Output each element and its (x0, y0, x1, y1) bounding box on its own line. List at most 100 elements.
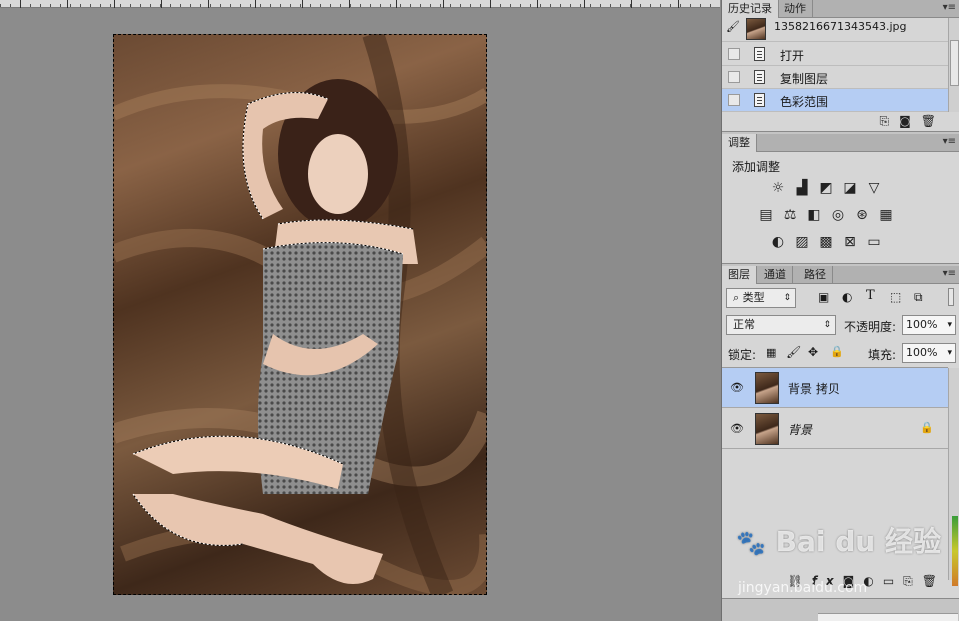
history-item[interactable]: 复制图层 (722, 66, 948, 89)
tab-paths[interactable]: 路径 (798, 266, 833, 284)
lock-icon: 🔒 (920, 421, 934, 434)
folder-icon[interactable]: ▭ (883, 574, 903, 588)
blend-mode-select[interactable]: 正常 ⇕ (726, 315, 836, 335)
color-lookup-icon[interactable]: ▦ (878, 207, 894, 223)
watermark-brand: Bai du 经验 (775, 525, 941, 558)
new-document-icon[interactable]: ⎘ (880, 114, 900, 128)
brush-icon: 🖌 (726, 20, 740, 33)
status-strip (818, 613, 958, 621)
scroll-indicator (952, 516, 958, 586)
layer-name[interactable]: 背景 (788, 421, 812, 438)
history-checkbox[interactable] (728, 94, 740, 106)
new-layer-icon[interactable]: ⎘ (903, 574, 922, 588)
brightness-icon[interactable]: ☼ (770, 180, 786, 196)
document-canvas[interactable] (0, 8, 720, 621)
smart-object-filter-icon[interactable]: ⧉ (914, 290, 923, 305)
eye-icon[interactable]: 👁 (730, 381, 744, 394)
camera-icon[interactable]: ◙ (899, 114, 921, 128)
panel-menu-icon[interactable]: ▾≡ (943, 268, 956, 279)
document-icon (754, 70, 765, 84)
fill-field[interactable]: 100% ▾ (902, 343, 956, 363)
snapshot-name: 1358216671343543.jpg (774, 20, 907, 33)
layer-row-background-copy[interactable]: 👁 背景 拷贝 (722, 368, 948, 408)
document-icon (754, 47, 765, 61)
horizontal-ruler (0, 0, 720, 8)
fill-label: 填充: (868, 348, 897, 362)
document-icon (754, 93, 765, 107)
history-tabbar: 历史记录 动作 ▾≡ (722, 0, 959, 18)
history-item-label: 色彩范围 (780, 95, 829, 109)
adjustments-row-1: ☼ ▟ ◩ ◪ ▽ (770, 180, 882, 196)
history-panel: 历史记录 动作 ▾≡ 🖌 1358216671343543.jpg 打开 复制图… (722, 0, 959, 132)
lock-move-icon[interactable]: ✥ (808, 345, 818, 359)
layer-name[interactable]: 背景 拷贝 (788, 380, 840, 397)
black-white-icon[interactable]: ◧ (806, 207, 822, 223)
adjustments-tabbar: 调整 ▾≡ (722, 134, 959, 152)
history-scrollbar[interactable] (948, 18, 959, 112)
updown-arrow-icon: ⇕ (783, 293, 791, 303)
blend-mode-value: 正常 (733, 318, 755, 331)
trash-icon[interactable]: 🗑 (922, 574, 946, 588)
posterize-icon[interactable]: ▨ (794, 234, 810, 250)
opacity-value: 100% (906, 318, 938, 331)
vibrance-icon[interactable]: ▽ (866, 180, 882, 196)
layer-filter-select[interactable]: ⌕ 类型 ⇕ (726, 288, 796, 308)
document-image[interactable] (113, 34, 487, 595)
selection-border (113, 34, 487, 595)
levels-icon[interactable]: ▟ (794, 180, 810, 196)
layer-thumbnail (755, 413, 779, 445)
filter-toggle[interactable] (948, 288, 954, 306)
selective-color-icon[interactable]: ⊠ (842, 234, 858, 250)
history-footer: ⎘◙🗑 (880, 114, 947, 129)
filter-label: 类型 (742, 291, 765, 304)
tab-history[interactable]: 历史记录 (722, 0, 779, 18)
lock-brush-icon[interactable]: 🖌 (786, 345, 801, 359)
exposure-icon[interactable]: ◪ (842, 180, 858, 196)
type-filter-icon[interactable]: T (866, 288, 875, 303)
history-checkbox[interactable] (728, 71, 740, 83)
hue-saturation-icon[interactable]: ▤ (758, 207, 774, 223)
tab-layers[interactable]: 图层 (722, 266, 757, 284)
eye-icon[interactable]: 👁 (730, 422, 744, 435)
paw-logo-icon: 🐾 (736, 529, 766, 557)
layers-tabbar: 图层 通道 路径 ▾≡ (722, 266, 959, 284)
adjustments-title: 添加调整 (732, 160, 781, 174)
layer-row-background[interactable]: 👁 背景 🔒 (722, 409, 948, 449)
color-balance-icon[interactable]: ⚖ (782, 207, 798, 223)
threshold-icon[interactable]: ▩ (818, 234, 834, 250)
scroll-thumb[interactable] (950, 40, 959, 86)
panel-menu-icon[interactable]: ▾≡ (943, 2, 956, 13)
history-checkbox[interactable] (728, 48, 740, 60)
dropdown-arrow-icon[interactable]: ▾ (947, 316, 952, 334)
fill-value: 100% (906, 346, 938, 359)
tab-channels[interactable]: 通道 (758, 266, 793, 284)
panel-menu-icon[interactable]: ▾≡ (943, 136, 956, 147)
snapshot-thumbnail (746, 18, 766, 40)
history-item[interactable]: 打开 (722, 43, 948, 66)
invert-icon[interactable]: ◐ (770, 234, 786, 250)
history-item-label: 打开 (780, 49, 805, 63)
watermark-url: jingyan.baidu.com (738, 580, 868, 596)
tab-actions[interactable]: 动作 (778, 0, 813, 18)
adjustments-row-2: ▤ ⚖ ◧ ◎ ⊛ ▦ (758, 207, 894, 223)
pixel-filter-icon[interactable]: ▣ (818, 290, 829, 304)
history-snapshot[interactable]: 🖌 1358216671343543.jpg (722, 18, 948, 42)
photo-filter-icon[interactable]: ◎ (830, 207, 846, 223)
opacity-field[interactable]: 100% ▾ (902, 315, 956, 335)
gradient-map-icon[interactable]: ▭ (866, 234, 882, 250)
lock-all-icon[interactable]: 🔒 (830, 345, 844, 358)
adjustment-filter-icon[interactable]: ◐ (842, 290, 852, 304)
shape-filter-icon[interactable]: ⬚ (890, 290, 901, 304)
curves-icon[interactable]: ◩ (818, 180, 834, 196)
search-icon: ⌕ (733, 291, 740, 304)
channel-mixer-icon[interactable]: ⊛ (854, 207, 870, 223)
lock-transparent-icon[interactable]: ▦ (766, 346, 776, 359)
baidu-watermark: 🐾 Bai du 经验 (736, 520, 941, 560)
history-item-selected[interactable]: 色彩范围 (722, 89, 948, 112)
dropdown-arrow-icon[interactable]: ▾ (947, 344, 952, 362)
tab-adjustments[interactable]: 调整 (722, 134, 757, 152)
adjustments-panel: 调整 ▾≡ 添加调整 ☼ ▟ ◩ ◪ ▽ ▤ ⚖ ◧ ◎ ⊛ ▦ ◐ ▨ ▩ ⊠… (722, 134, 959, 264)
trash-icon[interactable]: 🗑 (921, 114, 946, 128)
updown-arrow-icon: ⇕ (823, 320, 831, 330)
lock-label: 锁定: (728, 348, 757, 362)
